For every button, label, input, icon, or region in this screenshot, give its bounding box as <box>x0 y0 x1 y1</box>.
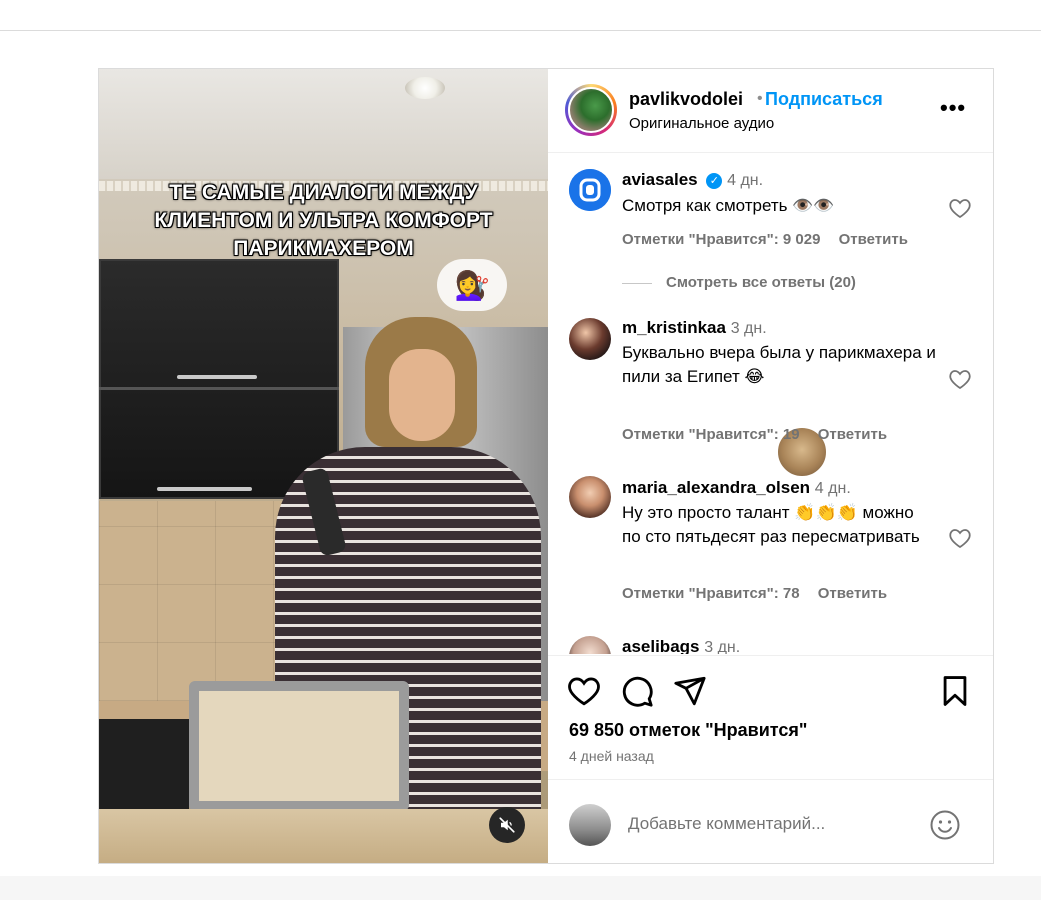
comment-like-heart-icon[interactable] <box>948 197 972 219</box>
like-heart-icon[interactable] <box>567 674 601 708</box>
comment-avatar[interactable] <box>569 169 611 211</box>
author-avatar-image <box>568 87 614 133</box>
comment-avatar[interactable] <box>569 476 611 518</box>
follow-button[interactable]: Подписаться <box>765 89 883 110</box>
comment-username[interactable]: m_kristinkaa 3 дн. <box>622 318 767 338</box>
comment-reply-button[interactable]: Ответить <box>818 426 887 443</box>
comment-username[interactable]: aselibags 3 дн. <box>622 637 740 654</box>
comment-meta: Отметки "Нравится": 78 Ответить <box>622 585 901 602</box>
likes-count[interactable]: 69 850 отметок "Нравится" <box>569 720 807 741</box>
haircut-sticker: 💇‍♀️ <box>437 259 507 311</box>
comment-username-text: aselibags <box>622 637 700 654</box>
video-cabinet-handle <box>157 487 252 491</box>
emoji-picker-icon[interactable] <box>929 809 961 841</box>
comments-list: aviasales ✓ 4 дн. Смотря как смотреть 👁️… <box>548 154 993 654</box>
comment-time: 3 дн. <box>704 639 741 654</box>
share-send-icon[interactable] <box>673 674 707 708</box>
comment-text: Ну это просто талант 👏👏👏 можно по сто пя… <box>622 503 920 546</box>
video-ceiling <box>99 69 548 179</box>
comment-text: Буквально вчера была у парикмахера и пил… <box>622 343 936 386</box>
comment-bubble-icon[interactable] <box>620 674 654 708</box>
comment-meta: Отметки "Нравится": 9 029 Ответить <box>622 231 922 248</box>
comment-like-heart-icon[interactable] <box>948 368 972 390</box>
page-bottom-band <box>0 876 1041 900</box>
video-caption: ТЕ САМЫЕ ДИАЛОГИ МЕЖДУ КЛИЕНТОМ И УЛЬТРА… <box>154 181 493 260</box>
comment-username[interactable]: maria_alexandra_olsen 4 дн. <box>622 478 851 498</box>
comment-username-text: m_kristinkaa <box>622 318 726 337</box>
post-header: pavlikvodolei • Подписаться Оригинальное… <box>548 69 993 153</box>
header-separator: • <box>757 90 763 107</box>
video-person-face <box>389 349 455 441</box>
author-avatar[interactable] <box>565 84 617 136</box>
comment-likes-count[interactable]: Отметки "Нравится": 78 <box>622 585 800 602</box>
post-video[interactable]: ТЕ САМЫЕ ДИАЛОГИ МЕЖДУ КЛИЕНТОМ И УЛЬТРА… <box>99 69 548 863</box>
video-cabinet <box>99 259 339 499</box>
post-side-panel: pavlikvodolei • Подписаться Оригинальное… <box>548 69 993 863</box>
video-cabinet-shelf <box>99 387 339 390</box>
top-divider <box>0 30 1041 31</box>
comment-reply-button[interactable]: Ответить <box>839 231 908 248</box>
post-timestamp: 4 дней назад <box>569 748 654 764</box>
view-replies-line <box>622 282 652 284</box>
comment-username[interactable]: aviasales ✓ 4 дн. <box>622 170 763 190</box>
audio-link[interactable]: Оригинальное аудио <box>629 115 774 132</box>
post-card: ТЕ САМЫЕ ДИАЛОГИ МЕЖДУ КЛИЕНТОМ И УЛЬТРА… <box>98 68 994 864</box>
video-ceiling-lamp <box>405 77 445 99</box>
comment-input[interactable] <box>628 810 918 838</box>
comment-time: 3 дн. <box>730 320 767 337</box>
post-actions: 69 850 отметок "Нравится" 4 дней назад <box>548 655 993 779</box>
comment-avatar[interactable] <box>569 636 611 654</box>
comment-reply-button[interactable]: Ответить <box>818 585 887 602</box>
comment-time: 4 дн. <box>727 172 764 189</box>
comment-meta: Отметки "Нравится": 19 Ответить <box>622 426 901 443</box>
view-replies-button[interactable]: Смотреть все ответы (20) <box>622 274 856 291</box>
aviasales-logo-icon <box>569 169 611 211</box>
comment-likes-count[interactable]: Отметки "Нравится": 9 029 <box>622 231 820 248</box>
view-replies-label: Смотреть все ответы (20) <box>666 274 856 291</box>
comment-avatar[interactable] <box>569 318 611 360</box>
comment-username-text: maria_alexandra_olsen <box>622 478 811 497</box>
speaker-muted-icon <box>499 817 515 833</box>
video-table <box>99 809 548 863</box>
mute-toggle-button[interactable] <box>489 807 525 843</box>
add-comment-bar <box>548 779 993 863</box>
comment-time: 4 дн. <box>814 480 851 497</box>
comment-text: Смотря как смотреть 👁️👁️ <box>622 196 835 215</box>
more-options-button[interactable]: ••• <box>940 95 966 121</box>
comment-like-heart-icon[interactable] <box>948 527 972 549</box>
save-bookmark-icon[interactable] <box>938 674 972 708</box>
video-chair <box>189 681 409 811</box>
comment-username-text: aviasales <box>622 170 698 189</box>
current-user-avatar <box>569 804 611 846</box>
comment-likes-count[interactable]: Отметки "Нравится": 19 <box>622 426 800 443</box>
video-cabinet-handle <box>177 375 257 379</box>
verified-badge-icon: ✓ <box>706 173 723 189</box>
author-username[interactable]: pavlikvodolei <box>629 89 743 110</box>
haircut-emoji: 💇‍♀️ <box>454 269 490 301</box>
